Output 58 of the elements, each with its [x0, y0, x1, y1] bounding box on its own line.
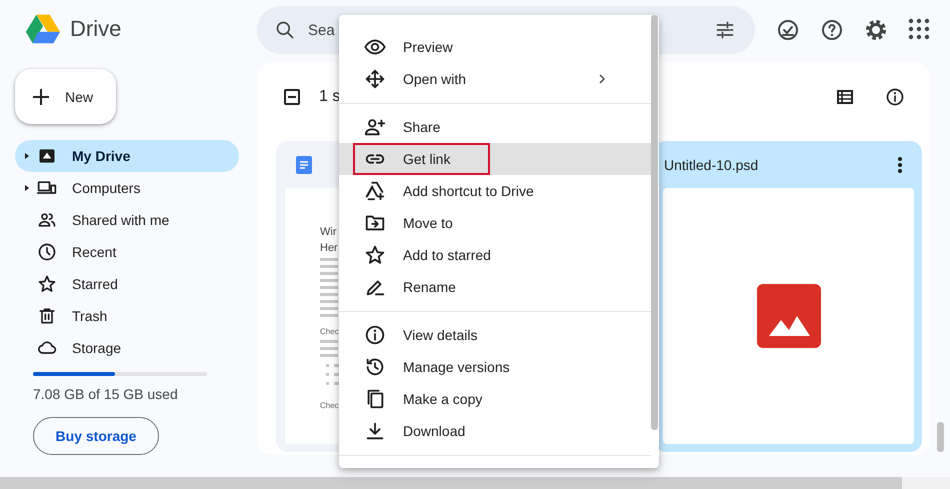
star-icon [37, 274, 57, 294]
menu-item[interactable]: Get link [339, 143, 651, 175]
nav-item[interactable]: Recent [15, 236, 239, 268]
text-lines-drawing [320, 279, 338, 296]
nav-item[interactable]: Shared with me [15, 204, 239, 236]
document-heading-text: Chec [320, 401, 339, 410]
search-icon [275, 20, 295, 40]
star-icon [364, 244, 386, 266]
buy-storage-button[interactable]: Buy storage [33, 417, 159, 455]
apps-grid-icon[interactable] [908, 18, 930, 40]
scrollbar-thumb[interactable] [0, 477, 902, 489]
trash-icon [37, 306, 57, 326]
menu-item[interactable]: Move to [339, 207, 651, 239]
settings-icon[interactable] [864, 18, 888, 42]
nav-item[interactable]: Computers [15, 172, 239, 204]
list-view-icon[interactable] [837, 90, 853, 104]
history-icon [364, 356, 386, 378]
nav-item[interactable]: Trash [15, 300, 239, 332]
more-options-icon[interactable] [898, 156, 902, 172]
text-lines-drawing [320, 340, 338, 357]
clock-icon [37, 242, 57, 262]
filter-sliders-icon[interactable] [715, 20, 735, 40]
storage-usage: 7.08 GB of 15 GB used [33, 386, 179, 402]
menu-item[interactable]: Rename [339, 271, 651, 303]
nav-item[interactable]: Starred [15, 268, 239, 300]
drive-plus-icon [364, 180, 386, 202]
menu-item[interactable]: Share [339, 111, 651, 143]
download-icon [364, 420, 386, 442]
menu-item[interactable]: Add to starred [339, 239, 651, 271]
nav-item[interactable]: My Drive [15, 140, 239, 172]
text-lines-drawing [320, 258, 338, 275]
text-lines-drawing [320, 300, 338, 317]
drive-logo [24, 12, 62, 46]
app-name: Drive [70, 16, 122, 42]
scrollbar-thumb[interactable] [651, 15, 658, 430]
file-name: Untitled-10.psd [664, 156, 758, 172]
document-icon [296, 156, 312, 174]
menu-item[interactable]: Download [339, 415, 651, 447]
document-heading-text: Chec [320, 327, 339, 336]
document-title-text: Wir [320, 226, 336, 238]
menu-item[interactable]: Open with [339, 63, 651, 95]
info-icon[interactable] [885, 87, 905, 107]
image-file-icon [756, 284, 820, 348]
document-title-text: Her [320, 242, 338, 254]
deselect-icon[interactable] [284, 89, 300, 105]
scrollbar-thumb[interactable] [936, 422, 944, 452]
menu-item[interactable]: Add shortcut to Drive [339, 175, 651, 207]
check-circle-icon[interactable] [776, 18, 800, 42]
menu-item[interactable]: Make a copy [339, 383, 651, 415]
new-button[interactable]: New [15, 69, 116, 124]
move-arrows-icon [364, 68, 386, 90]
help-icon[interactable] [820, 18, 844, 42]
plus-icon [33, 88, 49, 104]
info-icon [364, 324, 386, 346]
menu-item[interactable]: Manage versions [339, 351, 651, 383]
menu-item[interactable]: View details [339, 319, 651, 351]
nav-item[interactable]: Storage [15, 332, 239, 364]
person-add-icon [364, 116, 386, 138]
